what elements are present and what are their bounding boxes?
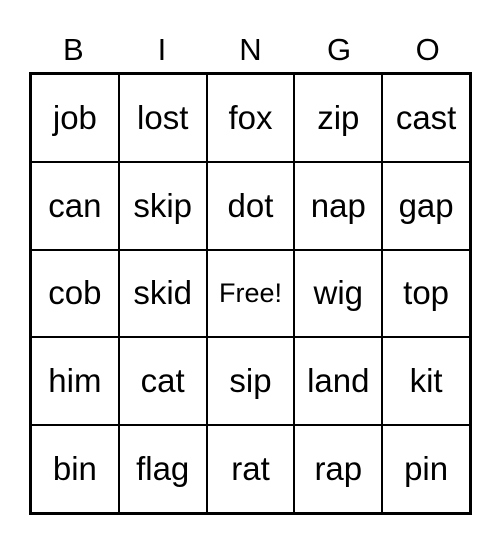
bingo-header: B I N G O	[29, 28, 472, 72]
bingo-cell[interactable]: fox	[206, 74, 295, 162]
header-letter-o: O	[415, 32, 440, 67]
bingo-card: job lost fox zip cast can skip dot nap g…	[29, 72, 472, 515]
bingo-cell[interactable]: rap	[294, 425, 383, 513]
free-space-cell[interactable]: Free!	[206, 249, 295, 338]
bingo-cell[interactable]: kit	[382, 337, 470, 426]
bingo-cell[interactable]: cat	[118, 337, 207, 426]
bingo-cell[interactable]: skip	[118, 161, 207, 250]
bingo-cell[interactable]: flag	[118, 425, 207, 513]
header-letter-b: B	[62, 32, 84, 67]
bingo-cell[interactable]: gap	[382, 161, 470, 250]
header-letter-g: G	[327, 32, 352, 67]
header-letter-i: I	[157, 32, 167, 67]
bingo-cell[interactable]: wig	[294, 249, 383, 338]
bingo-cell[interactable]: can	[31, 161, 119, 250]
bingo-cell[interactable]: zip	[294, 74, 383, 162]
bingo-cell[interactable]: pin	[382, 425, 470, 513]
bingo-cell[interactable]: sip	[206, 337, 295, 426]
bingo-cell[interactable]: skid	[118, 249, 207, 338]
bingo-cell[interactable]: cob	[31, 249, 119, 338]
bingo-cell[interactable]: him	[31, 337, 119, 426]
bingo-cell[interactable]: nap	[294, 161, 383, 250]
bingo-cell[interactable]: dot	[206, 161, 295, 250]
bingo-cell[interactable]: top	[382, 249, 470, 338]
bingo-cell[interactable]: land	[294, 337, 383, 426]
bingo-cell[interactable]: job	[31, 74, 119, 162]
header-letter-n: N	[239, 32, 262, 67]
bingo-cell[interactable]: lost	[118, 74, 207, 162]
bingo-cell[interactable]: cast	[382, 74, 470, 162]
bingo-cell[interactable]: bin	[31, 425, 119, 513]
bingo-cell[interactable]: rat	[206, 425, 295, 513]
